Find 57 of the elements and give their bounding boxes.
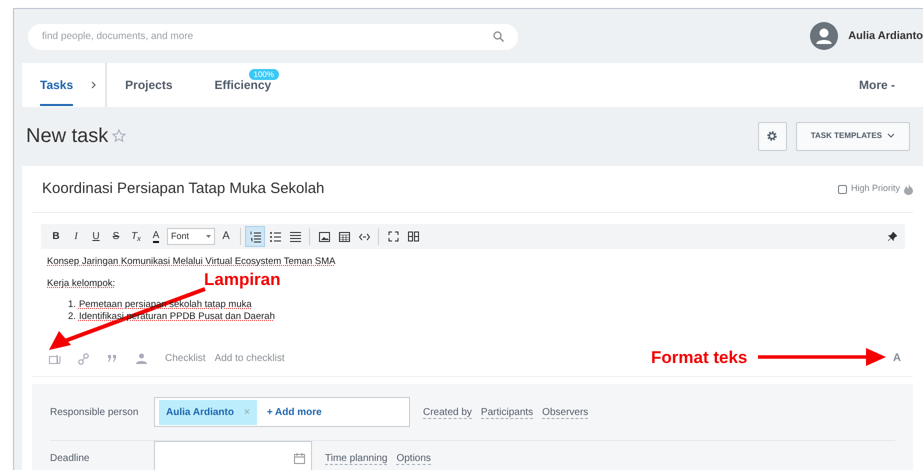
- chevron-icon: [91, 81, 98, 89]
- caret-icon: [206, 235, 211, 238]
- annotation-text: Lampiran: [204, 271, 281, 288]
- font-size-button[interactable]: A: [217, 227, 235, 246]
- option-link[interactable]: Options: [396, 452, 431, 464]
- italic-button[interactable]: I: [67, 227, 85, 246]
- pin-icon[interactable]: [888, 232, 897, 241]
- avatar-icon: [810, 22, 838, 50]
- templates-button[interactable]: TASK TEMPLATES: [796, 122, 910, 150]
- nav-tab[interactable]: Tasks: [22, 63, 92, 107]
- date-field[interactable]: [154, 441, 312, 470]
- editor-paragraph: Kerja kelompok:: [47, 277, 116, 291]
- numbered-list-icon: [250, 230, 260, 242]
- settings-button[interactable]: [758, 122, 787, 150]
- priority-checkbox[interactable]: [838, 184, 847, 194]
- people-field[interactable]: Aulia Ardianto × + Add more: [154, 397, 410, 427]
- field-label: Responsible person: [50, 406, 140, 420]
- user-name[interactable]: Aulia Ardianto: [848, 28, 923, 44]
- search-icon: [493, 31, 504, 42]
- bullet-list-icon: [270, 230, 280, 242]
- font-select[interactable]: Font: [167, 228, 215, 245]
- star-icon[interactable]: [112, 129, 126, 143]
- nav-tab[interactable]: Efficiency 100%: [196, 63, 290, 107]
- nav-tab[interactable]: Projects: [107, 63, 190, 107]
- calendar-icon: [294, 452, 305, 464]
- priority-label: High Priority: [850, 182, 900, 196]
- checklist-link[interactable]: Checklist: [165, 351, 206, 366]
- strikethrough-button[interactable]: S: [107, 227, 125, 246]
- settings-icon: [766, 130, 778, 142]
- option-link[interactable]: Time planning: [325, 452, 388, 464]
- percent-badge: 100%: [248, 69, 279, 80]
- option-link[interactable]: Created by: [423, 406, 472, 418]
- image-icon: [318, 230, 330, 242]
- clear-format-button[interactable]: T$_{x}$: [127, 227, 145, 246]
- page-title: New task: [26, 124, 108, 148]
- font-color-button[interactable]: A: [147, 227, 165, 246]
- add-more-link[interactable]: + Add more: [266, 404, 322, 420]
- bold-button[interactable]: B: [47, 227, 65, 246]
- option-link[interactable]: Observers: [542, 406, 588, 418]
- list-number: 2.: [68, 311, 76, 323]
- search-field[interactable]: find people, documents, and more: [28, 24, 518, 50]
- columns-icon: [408, 230, 418, 242]
- toolbar-button[interactable]: [246, 227, 264, 246]
- annotation-text: Format teks: [651, 349, 748, 366]
- table-icon: [338, 230, 350, 242]
- align-icon: [290, 230, 300, 242]
- list-number: 1.: [68, 299, 76, 311]
- chevron-down-icon: [887, 132, 895, 139]
- person-tag[interactable]: Aulia Ardianto ×: [159, 400, 257, 424]
- underline-button[interactable]: U: [87, 227, 105, 246]
- fullscreen-icon: [388, 230, 398, 242]
- editor-paragraph: Konsep Jaringan Komunikasi Melalui Virtual Ecosystem Teman SMA: [47, 255, 336, 269]
- option-link[interactable]: Participants: [480, 406, 534, 418]
- more-menu[interactable]: More -: [841, 63, 913, 107]
- flame-icon: [904, 184, 913, 194]
- field-label: Deadline: [50, 452, 90, 466]
- task-title[interactable]: Koordinasi Persiapan Tatap Muka Sekolah: [42, 178, 324, 200]
